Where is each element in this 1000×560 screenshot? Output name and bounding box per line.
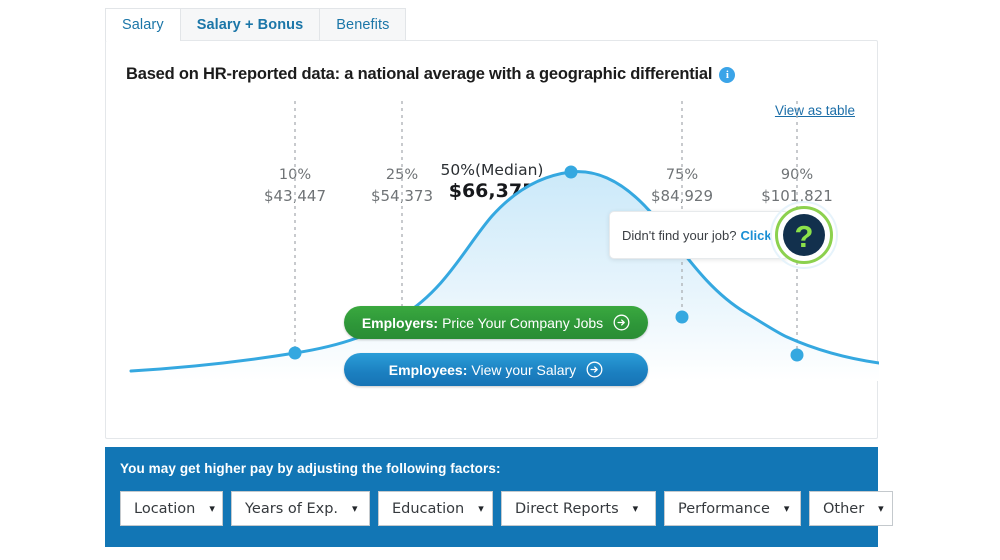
marker-median[interactable] <box>564 165 578 179</box>
marker-10[interactable] <box>288 346 302 360</box>
question-mark-icon: ? <box>770 201 838 269</box>
dropdown-other[interactable]: Other ▾ <box>809 491 893 526</box>
employees-cta-bold: Employees: <box>388 361 468 378</box>
tab-bar: Salary Salary + Bonus Benefits <box>105 8 407 41</box>
svg-text:?: ? <box>795 219 814 254</box>
arrow-right-circle-icon <box>613 314 630 331</box>
help-tooltip-text: Didn't find your job? <box>622 227 737 243</box>
chevron-down-icon: ▾ <box>352 503 358 515</box>
factors-panel-title: You may get higher pay by adjusting the … <box>120 461 501 476</box>
chevron-down-icon: ▾ <box>478 503 484 515</box>
dropdown-education-label: Education <box>392 500 465 517</box>
chevron-down-icon: ▾ <box>209 503 215 515</box>
dropdown-direct-reports-label: Direct Reports <box>515 500 619 517</box>
dropdown-years-of-exp[interactable]: Years of Exp. ▾ <box>231 491 370 526</box>
employers-cta-bold: Employers: <box>361 314 439 331</box>
employers-cta-text: Price Your Company Jobs <box>442 314 604 331</box>
chevron-down-icon: ▾ <box>878 503 884 515</box>
employees-cta-button[interactable]: Employees: View your Salary <box>344 353 648 386</box>
tab-salary[interactable]: Salary <box>105 8 181 41</box>
employers-cta-button[interactable]: Employers: Price Your Company Jobs <box>344 306 648 339</box>
dropdown-education[interactable]: Education ▾ <box>378 491 493 526</box>
chevron-down-icon: ▾ <box>783 503 790 515</box>
marker-75[interactable] <box>675 310 689 324</box>
help-click-link[interactable]: Click <box>741 228 772 243</box>
chart-card: Based on HR-reported data: a national av… <box>105 40 879 439</box>
dropdown-location-label: Location <box>134 500 196 517</box>
help-tooltip: Didn't find your job? Click <box>609 211 789 259</box>
dropdown-years-of-exp-label: Years of Exp. <box>245 500 339 517</box>
help-question-badge[interactable]: ? <box>769 200 839 270</box>
dropdown-performance[interactable]: Performance ▾ <box>664 491 801 526</box>
dropdown-other-label: Other <box>823 500 865 517</box>
dropdown-performance-label: Performance <box>678 500 770 517</box>
factors-panel: You may get higher pay by adjusting the … <box>105 447 893 547</box>
arrow-right-circle-icon <box>586 361 603 378</box>
salary-report-page: Salary Salary + Bonus Benefits Based on … <box>0 0 1000 560</box>
tab-benefits[interactable]: Benefits <box>319 8 407 41</box>
dropdown-location[interactable]: Location ▾ <box>120 491 223 526</box>
marker-90[interactable] <box>790 348 804 362</box>
dropdown-direct-reports[interactable]: Direct Reports ▾ <box>501 491 656 526</box>
tab-salary-bonus-label: Salary + Bonus <box>196 17 304 33</box>
employees-cta-text: View your Salary <box>471 361 577 378</box>
factors-dropdown-row: Location ▾ Years of Exp. ▾ Education ▾ D… <box>120 491 893 526</box>
tab-salary-label: Salary <box>122 17 164 33</box>
tab-salary-bonus[interactable]: Salary + Bonus <box>179 8 321 41</box>
tab-benefits-label: Benefits <box>336 17 390 33</box>
chevron-down-icon: ▾ <box>632 503 639 515</box>
